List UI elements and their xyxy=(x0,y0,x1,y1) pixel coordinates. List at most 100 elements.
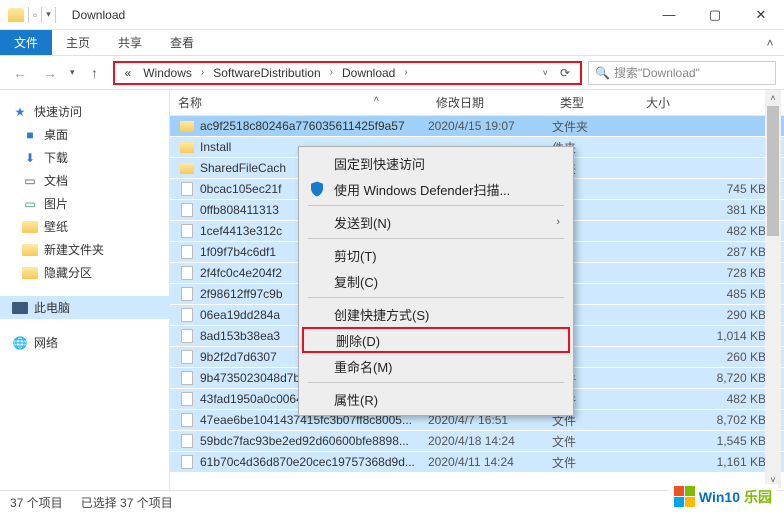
file-name: 59bdc7fac93be2ed92d60600bfe8898... xyxy=(196,434,428,448)
address-path[interactable]: « Windows › SoftwareDistribution › Downl… xyxy=(113,61,582,85)
file-size: 381 KB xyxy=(640,203,784,217)
breadcrumb-chevron[interactable]: › xyxy=(198,67,207,78)
context-menu: 固定到快速访问 使用 Windows Defender扫描... 发送到(N)›… xyxy=(298,146,574,416)
folder-icon xyxy=(8,8,24,22)
sidebar-item-pictures[interactable]: ▭图片 xyxy=(0,192,169,215)
sidebar-label: 此电脑 xyxy=(34,299,70,316)
col-date[interactable]: 修改日期 xyxy=(428,94,552,111)
sidebar-item-desktop[interactable]: ■桌面 xyxy=(0,123,169,146)
file-icon xyxy=(178,203,196,217)
tab-home[interactable]: 主页 xyxy=(52,30,104,55)
ctx-shortcut[interactable]: 创建快捷方式(S) xyxy=(302,301,570,327)
sidebar-label: 快速访问 xyxy=(34,103,82,120)
qat-item[interactable]: ▫ xyxy=(33,8,37,22)
file-size: 290 KB xyxy=(640,308,784,322)
file-size: 1,161 KB xyxy=(640,455,784,469)
sidebar-item-wallpapers[interactable]: 壁纸 xyxy=(0,215,169,238)
tab-share[interactable]: 共享 xyxy=(104,30,156,55)
sidebar-item-downloads[interactable]: ⬇下载 xyxy=(0,146,169,169)
breadcrumb-chevron[interactable]: › xyxy=(401,67,410,78)
file-icon xyxy=(178,182,196,196)
qat-dropdown[interactable]: ▾ xyxy=(46,9,51,20)
window-title: Download xyxy=(64,8,133,22)
separator xyxy=(308,238,564,239)
close-button[interactable]: ✕ xyxy=(738,0,784,30)
vertical-scrollbar[interactable]: ˄ ˅ xyxy=(765,90,781,488)
sidebar-label: 图片 xyxy=(44,195,68,212)
window-controls: — ▢ ✕ xyxy=(646,0,784,30)
address-dropdown[interactable]: ˅ xyxy=(537,68,554,78)
file-size: 260 KB xyxy=(640,350,784,364)
file-icon xyxy=(178,392,196,406)
ribbon-collapse-button[interactable]: ˄ xyxy=(756,30,784,55)
breadcrumb-seg[interactable]: Windows xyxy=(137,63,198,83)
quick-access-toolbar: ▫ ▾ xyxy=(0,7,64,23)
ctx-rename[interactable]: 重命名(M) xyxy=(302,353,570,379)
col-size[interactable]: 大小 xyxy=(638,94,784,111)
table-row[interactable]: 61b70c4d36d870e20cec19757368d9d...2020/4… xyxy=(170,452,784,473)
breadcrumb-seg[interactable]: Download xyxy=(336,63,401,83)
sidebar-network[interactable]: 🌐网络 xyxy=(0,331,169,354)
table-row[interactable]: ac9f2518c80246a776035611425f9a572020/4/1… xyxy=(170,116,784,137)
titlebar: ▫ ▾ Download — ▢ ✕ xyxy=(0,0,784,30)
file-size: 482 KB xyxy=(640,392,784,406)
file-date: 2020/4/18 14:24 xyxy=(428,434,552,448)
file-size: 1,545 KB xyxy=(640,434,784,448)
sort-indicator-icon: ˄ xyxy=(374,94,379,111)
sidebar-quick-access[interactable]: ★ 快速访问 xyxy=(0,100,169,123)
back-button[interactable]: ← xyxy=(8,61,32,85)
file-size: 8,720 KB xyxy=(640,371,784,385)
file-size: 728 KB xyxy=(640,266,784,280)
maximize-button[interactable]: ▢ xyxy=(692,0,738,30)
ctx-delete[interactable]: 删除(D) xyxy=(302,327,570,353)
file-icon xyxy=(178,287,196,301)
file-icon xyxy=(178,455,196,469)
search-placeholder: 搜索"Download" xyxy=(614,64,700,81)
file-date: 2020/4/15 19:07 xyxy=(428,119,552,133)
desktop-icon: ■ xyxy=(22,128,38,142)
sidebar-item-newfolder[interactable]: 新建文件夹 xyxy=(0,238,169,261)
status-count: 37 个项目 xyxy=(10,494,63,511)
ctx-copy[interactable]: 复制(C) xyxy=(302,268,570,294)
sidebar-this-pc[interactable]: 此电脑 xyxy=(0,296,169,319)
file-icon xyxy=(178,266,196,280)
folder-icon xyxy=(178,163,196,174)
history-dropdown[interactable]: ▾ xyxy=(68,67,77,78)
file-type: 文件夹 xyxy=(552,118,640,135)
scroll-up-button[interactable]: ˄ xyxy=(765,90,781,106)
sidebar-label: 网络 xyxy=(34,334,58,351)
minimize-button[interactable]: — xyxy=(646,0,692,30)
search-input[interactable]: 🔍 搜索"Download" xyxy=(588,61,776,85)
forward-button[interactable]: → xyxy=(38,61,62,85)
breadcrumb-seg[interactable]: SoftwareDistribution xyxy=(207,63,326,83)
file-icon xyxy=(178,371,196,385)
col-type[interactable]: 类型 xyxy=(552,94,638,111)
table-row[interactable]: 59bdc7fac93be2ed92d60600bfe8898...2020/4… xyxy=(170,431,784,452)
ctx-cut[interactable]: 剪切(T) xyxy=(302,242,570,268)
divider xyxy=(55,7,56,23)
file-type: 文件 xyxy=(552,433,640,450)
ctx-sendto[interactable]: 发送到(N)› xyxy=(302,209,570,235)
up-button[interactable]: ↑ xyxy=(83,61,107,85)
search-icon: 🔍 xyxy=(595,66,610,80)
tab-file[interactable]: 文件 xyxy=(0,30,52,55)
sidebar-label: 隐藏分区 xyxy=(44,264,92,281)
breadcrumb-prefix[interactable]: « xyxy=(119,63,138,83)
col-name[interactable]: 名称˄ xyxy=(170,94,428,111)
file-icon xyxy=(178,434,196,448)
tab-view[interactable]: 查看 xyxy=(156,30,208,55)
refresh-button[interactable]: ⟳ xyxy=(554,66,576,80)
scroll-thumb[interactable] xyxy=(767,106,779,236)
divider xyxy=(41,7,42,23)
ctx-pin-quick[interactable]: 固定到快速访问 xyxy=(302,150,570,176)
sidebar-item-documents[interactable]: ▭文档 xyxy=(0,169,169,192)
ctx-defender[interactable]: 使用 Windows Defender扫描... xyxy=(302,176,570,202)
separator xyxy=(308,382,564,383)
ctx-properties[interactable]: 属性(R) xyxy=(302,386,570,412)
status-bar: 37 个项目 已选择 37 个项目 xyxy=(0,490,784,514)
star-icon: ★ xyxy=(12,105,28,119)
sidebar-item-hidden[interactable]: 隐藏分区 xyxy=(0,261,169,284)
status-selected: 已选择 37 个项目 xyxy=(81,494,173,511)
breadcrumb-chevron[interactable]: › xyxy=(327,67,336,78)
file-name: 61b70c4d36d870e20cec19757368d9d... xyxy=(196,455,428,469)
